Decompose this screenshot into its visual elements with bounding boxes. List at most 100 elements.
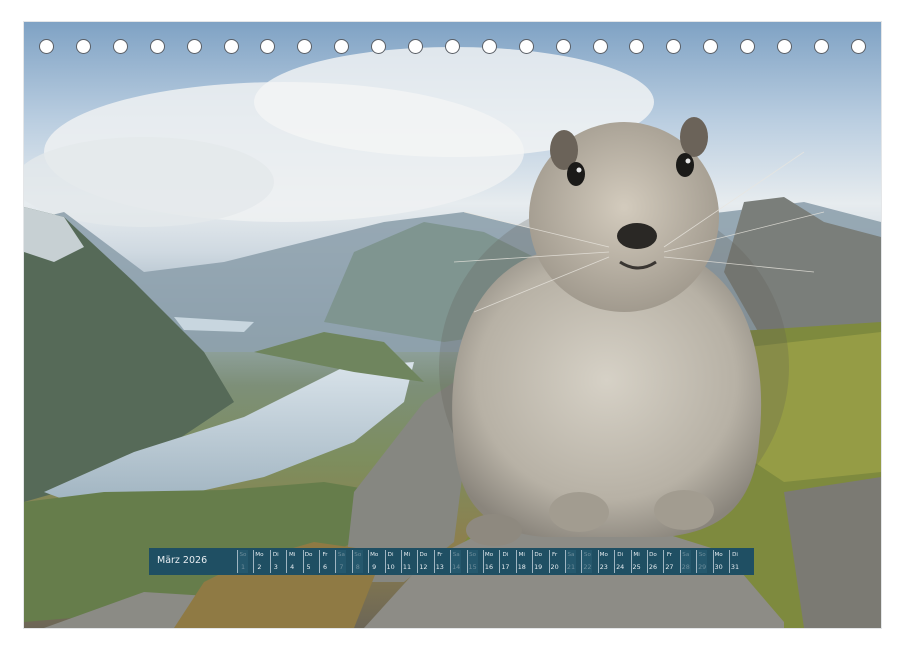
day-number: 27 xyxy=(665,563,674,571)
day-number: 13 xyxy=(435,563,444,571)
calendar-day: Sa 14 xyxy=(450,550,462,573)
day-number: 6 xyxy=(322,563,328,571)
calendar-day: Sa 28 xyxy=(679,550,691,573)
weekday-label: Mo xyxy=(484,552,494,558)
weekday-label: So xyxy=(698,552,706,558)
binding-hole xyxy=(850,39,866,54)
calendar-strip: März 2026 So 1 Mo 2 Di 3 Mi 4 Do 5 Fr 6 Sa 7 So 8 Mo 9 Di 1… xyxy=(149,548,754,575)
day-number: 5 xyxy=(306,563,311,571)
calendar-day: Mi 11 xyxy=(401,550,412,573)
calendar-day: Di 17 xyxy=(499,550,510,573)
day-number: 9 xyxy=(372,563,377,571)
calendar-day: Do 19 xyxy=(532,550,543,573)
day-number: 26 xyxy=(648,563,658,571)
weekday-label: Mo xyxy=(714,552,723,558)
weekday-label: Fr xyxy=(322,552,328,558)
day-number: 10 xyxy=(386,563,395,571)
day-number: 29 xyxy=(698,563,707,571)
calendar-day: Fr 13 xyxy=(433,550,445,573)
binding-hole xyxy=(297,39,313,54)
day-number: 15 xyxy=(468,563,477,571)
day-number: 24 xyxy=(616,563,625,571)
calendar-day: Sa 21 xyxy=(565,550,576,573)
weekday-label: So xyxy=(469,552,477,558)
month-label: März 2026 xyxy=(157,555,208,566)
day-number: 25 xyxy=(632,563,641,571)
weekday-label: Di xyxy=(617,552,624,558)
day-number: 28 xyxy=(681,563,690,571)
binding-hole xyxy=(777,39,792,54)
day-number: 11 xyxy=(402,563,412,571)
binding-holes xyxy=(39,39,869,59)
day-number: 18 xyxy=(517,563,526,571)
day-number: 4 xyxy=(290,563,295,571)
calendar-day: Do 26 xyxy=(647,550,658,573)
calendar-day: Mo 23 xyxy=(597,550,609,573)
day-number: 31 xyxy=(730,563,740,571)
calendar-day: Di 3 xyxy=(269,550,281,573)
day-number: 3 xyxy=(273,563,278,571)
weekday-label: Do xyxy=(419,552,428,558)
weekday-label: Sa xyxy=(567,552,575,558)
weekday-label: So xyxy=(583,552,591,558)
binding-hole xyxy=(75,39,91,54)
calendar-day: Sa 7 xyxy=(335,550,347,573)
weekday-label: Sa xyxy=(452,552,460,558)
binding-hole xyxy=(39,39,54,54)
weekday-label: Fr xyxy=(552,552,558,558)
binding-hole xyxy=(260,39,276,54)
weekday-label: Do xyxy=(649,552,657,558)
weekday-label: Mi xyxy=(633,552,640,558)
day-number: 30 xyxy=(714,563,723,571)
binding-hole xyxy=(555,39,571,54)
weekday-label: Sa xyxy=(337,552,345,558)
weekday-label: Di xyxy=(502,552,509,558)
day-number: 7 xyxy=(339,563,344,571)
binding-hole xyxy=(629,39,645,54)
day-number: 8 xyxy=(355,563,360,571)
binding-hole xyxy=(740,39,756,54)
calendar-day: So 8 xyxy=(351,550,363,573)
weekday-label: Do xyxy=(534,552,543,558)
day-number: 22 xyxy=(583,563,592,571)
calendar-day: Mo 16 xyxy=(483,550,494,573)
binding-hole xyxy=(666,39,682,54)
day-number: 21 xyxy=(566,563,576,571)
calendar-day: So 1 xyxy=(237,550,248,573)
calendar-day: Fr 27 xyxy=(663,550,674,573)
calendar-day: So 15 xyxy=(466,550,478,573)
calendar-day: Fr 20 xyxy=(548,550,560,573)
binding-hole xyxy=(444,39,460,54)
calendar-day: Mi 18 xyxy=(515,550,527,573)
calendar-day: So 22 xyxy=(581,550,593,573)
binding-hole xyxy=(592,39,608,54)
weekday-label: Fr xyxy=(666,552,672,558)
binding-hole xyxy=(371,39,387,54)
binding-hole xyxy=(186,39,202,54)
day-number: 16 xyxy=(484,563,494,571)
day-number: 12 xyxy=(419,563,428,571)
calendar-day: Di 31 xyxy=(729,550,740,573)
calendar-day: Mo 2 xyxy=(253,550,264,573)
day-number: 2 xyxy=(257,563,262,571)
calendar-page: März 2026 So 1 Mo 2 Di 3 Mi 4 Do 5 Fr 6 Sa 7 So 8 Mo 9 Di 1… xyxy=(23,21,882,629)
binding-hole xyxy=(518,39,534,54)
weekday-label: Mo xyxy=(255,552,264,558)
day-number: 19 xyxy=(534,563,543,571)
calendar-day: Mi 4 xyxy=(286,550,297,573)
calendar-day: Fr 6 xyxy=(319,550,330,573)
day-number: 20 xyxy=(550,563,559,571)
calendar-day: Do 12 xyxy=(417,550,428,573)
calendar-day: Do 5 xyxy=(302,550,314,573)
day-number: 14 xyxy=(452,563,461,571)
binding-hole xyxy=(112,39,128,54)
weekday-label: So xyxy=(239,552,247,558)
weekday-label: Di xyxy=(732,552,738,558)
calendar-day: Mo 30 xyxy=(712,550,724,573)
weekday-label: Di xyxy=(272,552,279,558)
binding-hole xyxy=(223,39,239,54)
weekday-label: Mi xyxy=(518,552,525,558)
day-number: 1 xyxy=(240,563,246,571)
weekday-label: Mo xyxy=(370,552,379,558)
binding-hole xyxy=(334,39,350,54)
